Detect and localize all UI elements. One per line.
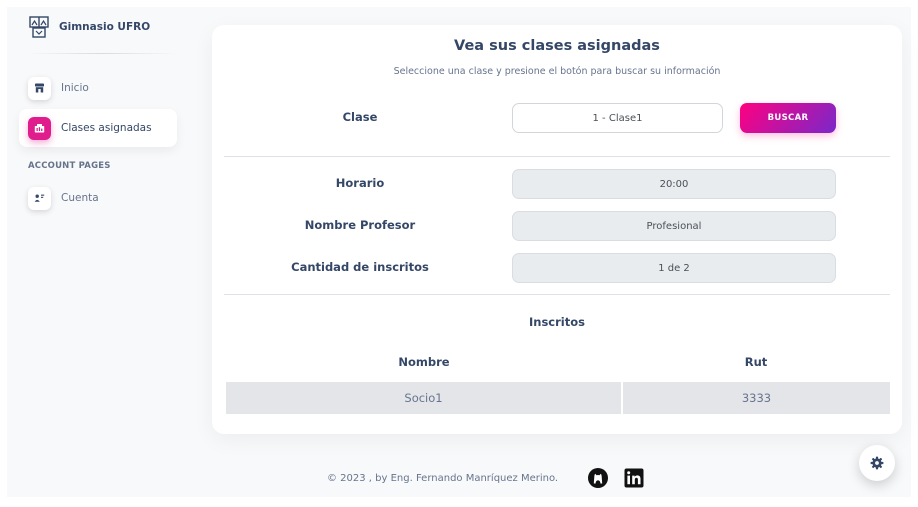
buscar-button[interactable]: BUSCAR (740, 103, 836, 133)
sidebar-item-label: Cuenta (61, 192, 99, 204)
horario-label: Horario (335, 176, 385, 190)
settings-button[interactable] (859, 445, 895, 481)
github-icon[interactable] (587, 467, 609, 489)
nombre-profesor-label: Nombre Profesor (304, 218, 416, 232)
page-subtitle: Seleccione una clase y presione el botón… (393, 66, 721, 77)
table-cell-rut: 3333 (623, 382, 890, 414)
cantidad-inscritos-field: 1 de 2 (512, 253, 836, 283)
sidebar-item-cuenta[interactable]: Cuenta (19, 179, 177, 217)
column-header-rut: Rut (744, 355, 768, 369)
brand[interactable]: Gimnasio UFRO (29, 16, 150, 38)
column-header-nombre: Nombre (398, 355, 450, 369)
table-header: Nombre Rut (226, 347, 890, 377)
sidebar-item-label: Clases asignadas (61, 122, 152, 134)
sidebar-item-clases-asignadas[interactable]: Clases asignadas (19, 109, 177, 147)
cantidad-inscritos-label: Cantidad de inscritos (291, 260, 429, 274)
sidebar-item-inicio[interactable]: Inicio (19, 69, 177, 107)
linkedin-icon[interactable] (623, 467, 645, 489)
page-title: Vea sus clases asignadas (454, 38, 660, 54)
inscritos-heading: Inscritos (529, 315, 585, 329)
app-page: Gimnasio UFRO Inicio Clases asignadas AC… (7, 7, 911, 497)
clase-label: Clase (342, 110, 378, 124)
clase-select[interactable]: 1 - Clase1 (512, 103, 723, 133)
nombre-profesor-field: Profesional (512, 211, 836, 241)
sidebar-section-title: ACCOUNT PAGES (28, 161, 111, 171)
footer: © 2023 , by Eng. Fernando Manríquez Meri… (327, 467, 645, 489)
office-chart-icon (28, 116, 51, 140)
gym-logo-icon (29, 16, 49, 38)
sidebar-item-label: Inicio (61, 82, 89, 94)
class-info-card: Vea sus clases asignadas Seleccione una … (212, 25, 902, 434)
brand-name: Gimnasio UFRO (59, 21, 151, 33)
user-account-icon (28, 186, 51, 210)
table-cell-nombre: Socio1 (226, 382, 621, 414)
footer-copyright: © 2023 , by Eng. Fernando Manríquez Meri… (327, 472, 559, 484)
section-divider (224, 294, 890, 295)
gear-icon (870, 456, 884, 470)
inscritos-table: Nombre Rut Socio1 3333 (226, 347, 890, 414)
horario-field: 20:00 (512, 169, 836, 199)
table-row[interactable]: Socio1 3333 (226, 382, 890, 414)
shop-icon (28, 76, 51, 100)
sidebar-divider (27, 53, 177, 54)
section-divider (224, 156, 890, 157)
